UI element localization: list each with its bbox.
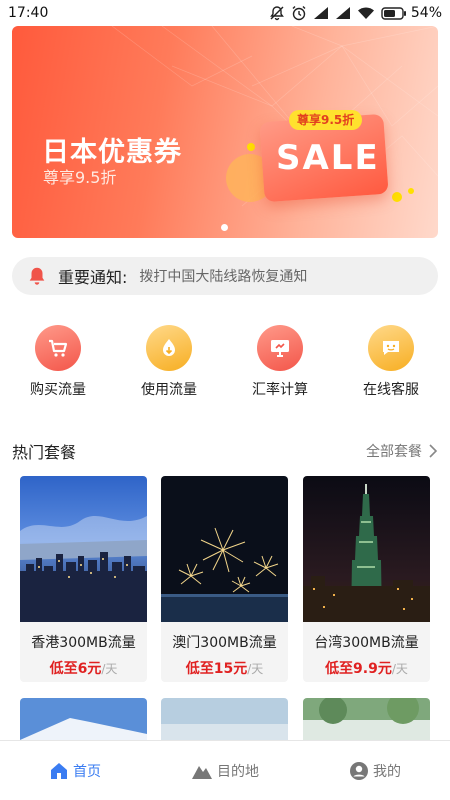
price-value: 低至15元 [185,661,248,677]
all-packages-link[interactable]: 全部套餐 [366,441,438,461]
package-price: 低至15元/天 [161,658,288,678]
feature-exchange-rate[interactable]: 汇率计算 [230,325,330,399]
package-price: 低至6元/天 [20,658,147,678]
alarm-icon [292,6,306,21]
nav-mine[interactable]: 我的 [300,741,450,800]
sale-text: SALE [276,138,380,178]
battery-icon [381,6,406,20]
shopping-cart-icon [49,339,68,357]
nav-home-label: 首页 [73,763,101,780]
taiwan-photo [303,476,430,622]
feature-customer-service[interactable]: 在线客服 [341,325,441,399]
feature-grid: 购买流量 使用流量 汇率计算 在线客服 [0,325,450,405]
feature-label: 在线客服 [363,382,419,398]
feature-use-data[interactable]: 使用流量 [119,325,219,399]
section-title: 热门套餐 [12,443,77,462]
price-unit: /天 [247,662,264,676]
bottom-nav: 首页 目的地 我的 [0,740,450,800]
price-unit: /天 [391,662,408,676]
nav-destination[interactable]: 目的地 [150,741,300,800]
battery-level: 54% [410,5,442,21]
notice-bar[interactable]: 重要通知: 拨打中国大陆线路恢复通知 [12,257,438,295]
notice-title: 重要通知: [58,268,128,287]
nav-destination-label: 目的地 [217,763,259,780]
package-name: 澳门300MB流量 [172,635,277,651]
notice-text: 拨打中国大陆线路恢复通知 [139,269,308,285]
drop-icon [163,339,175,356]
all-packages-label: 全部套餐 [366,444,422,460]
package-card-macau[interactable]: 澳门300MB流量 低至15元/天 [161,476,288,682]
banner-decor-dot [408,188,414,194]
chat-icon [383,341,399,355]
banner-decor-dot [247,143,255,151]
bell-icon [29,267,45,285]
mute-icon [269,6,284,21]
monitor-icon [271,340,289,357]
hongkong-photo [20,476,147,622]
signal-icon-2 [335,7,350,19]
nav-mine-label: 我的 [373,763,401,780]
nav-home[interactable]: 首页 [0,741,150,800]
price-value: 低至9.9元 [325,661,392,677]
feature-label: 汇率计算 [252,382,308,398]
feature-buy-data[interactable]: 购买流量 [8,325,108,399]
status-bar: 17:40 54% [0,0,450,26]
price-unit: /天 [101,662,118,676]
home-icon [51,762,67,779]
package-card-hongkong[interactable]: 香港300MB流量 低至6元/天 [20,476,147,682]
package-card-taiwan[interactable]: 台湾300MB流量 低至9.9元/天 [303,476,430,682]
package-name: 台湾300MB流量 [314,635,419,651]
price-value: 低至6元 [49,661,102,677]
user-icon [350,761,368,780]
package-card-sky[interactable] [161,698,288,740]
chevron-right-icon [429,444,438,458]
package-price: 低至9.9元/天 [303,658,430,678]
banner-decor-dot [392,192,402,202]
carousel-indicator[interactable] [221,224,228,231]
signal-icon-1 [313,7,328,19]
status-time: 17:40 [8,5,49,21]
wifi-icon [357,7,374,19]
mountain-icon [192,765,212,779]
package-name: 香港300MB流量 [31,635,136,651]
sale-tag: 尊享9.5折 [289,110,363,130]
banner-subtitle: 尊享9.5折 [43,168,117,187]
macau-photo [161,476,288,622]
hot-packages-header: 热门套餐 全部套餐 [12,440,438,462]
feature-label: 使用流量 [141,382,197,398]
feature-label: 购买流量 [30,382,86,398]
promo-banner[interactable]: SALE 尊享9.5折 日本优惠券 尊享9.5折 [12,26,438,238]
package-card-snow-mountain[interactable] [20,698,147,740]
package-card-forest[interactable] [303,698,430,740]
